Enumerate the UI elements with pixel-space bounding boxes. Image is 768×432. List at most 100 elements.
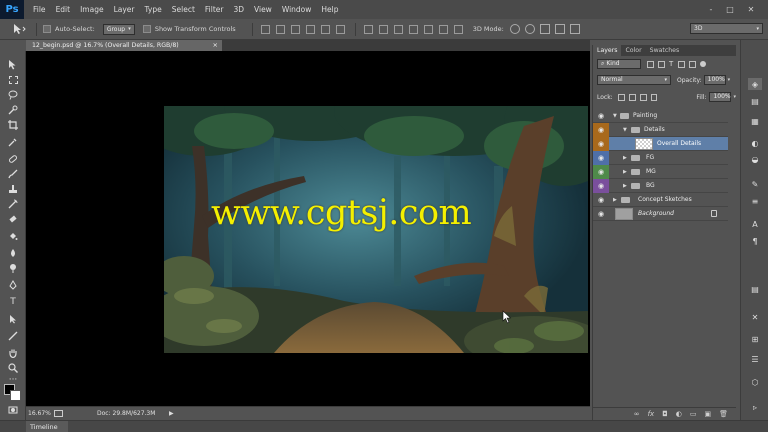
- lock-transparent-icon[interactable]: [618, 93, 626, 101]
- trash-icon[interactable]: 🗑: [719, 410, 728, 418]
- menu-type[interactable]: Type: [140, 0, 167, 19]
- lock-position-icon[interactable]: [639, 93, 647, 101]
- layer-row-background[interactable]: ◉ Background: [593, 207, 728, 221]
- brush-settings-icon[interactable]: ✎: [748, 178, 762, 190]
- distribute-left-icon[interactable]: [408, 24, 418, 34]
- show-transform-controls-checkbox[interactable]: [142, 25, 151, 33]
- expand-arrow-icon[interactable]: ▼: [613, 109, 617, 123]
- layer-row-details[interactable]: ◉ ▼ Details: [593, 123, 728, 137]
- eyedropper-tool-icon[interactable]: [6, 135, 20, 148]
- menu-help[interactable]: Help: [316, 0, 343, 19]
- folder-icon[interactable]: ▭: [690, 410, 697, 418]
- quick-selection-tool-icon[interactable]: [6, 103, 20, 116]
- tab-layers[interactable]: Layers: [593, 45, 622, 56]
- align-hcenter-icon[interactable]: [320, 24, 330, 34]
- blend-mode-dropdown[interactable]: Normal ▾: [597, 75, 671, 85]
- quick-mask-icon[interactable]: [6, 403, 20, 416]
- layer-row-concept-sketches[interactable]: ◉ ▶ Concept Sketches: [593, 193, 728, 207]
- lock-all-icon[interactable]: [650, 93, 658, 101]
- align-bottom-icon[interactable]: [290, 24, 300, 34]
- crop-tool-icon[interactable]: [6, 118, 20, 131]
- filter-adjustment-icon[interactable]: [658, 60, 665, 68]
- fx-icon[interactable]: fx: [648, 410, 655, 418]
- cube-icon[interactable]: ⬡: [748, 376, 762, 388]
- visibility-eye-icon[interactable]: ◉: [593, 123, 609, 137]
- 3d-roll-icon[interactable]: [524, 24, 535, 34]
- healing-brush-tool-icon[interactable]: [6, 152, 20, 165]
- expand-arrow-icon[interactable]: ▶: [613, 193, 617, 207]
- layers-panel-icon[interactable]: ◈: [748, 78, 762, 90]
- document-tab[interactable]: 12_begin.psd @ 16.7% (Overall Details, R…: [26, 40, 222, 51]
- expand-arrow-icon[interactable]: ▼: [623, 123, 627, 137]
- mask-icon[interactable]: ◘: [662, 410, 668, 418]
- timeline-tab[interactable]: Timeline: [26, 421, 68, 432]
- align-left-icon[interactable]: [305, 24, 315, 34]
- fill-field[interactable]: 100%: [709, 92, 732, 102]
- distribute-vcenter-icon[interactable]: [378, 24, 388, 34]
- close-document-icon[interactable]: ×: [213, 40, 218, 51]
- menu-layer[interactable]: Layer: [109, 0, 140, 19]
- auto-select-target-dropdown[interactable]: Group ▾: [102, 23, 135, 35]
- paragraph-icon[interactable]: ¶: [748, 235, 762, 247]
- share-icon[interactable]: [54, 410, 63, 417]
- auto-select-checkbox[interactable]: [43, 25, 51, 33]
- menu-window[interactable]: Window: [277, 0, 317, 19]
- menu-file[interactable]: File: [28, 0, 51, 19]
- properties-icon[interactable]: ☰: [748, 353, 762, 365]
- swatches-grid-icon[interactable]: ▦: [748, 115, 762, 127]
- opacity-slider-icon[interactable]: ▾: [728, 77, 731, 83]
- filter-toggle-icon[interactable]: [700, 61, 707, 67]
- layer-row-painting[interactable]: ◉ ▼ Painting: [593, 109, 728, 123]
- distribute-bottom-icon[interactable]: [393, 24, 403, 34]
- visibility-eye-icon[interactable]: ◉: [593, 151, 609, 165]
- dodge-tool-icon[interactable]: [6, 261, 20, 274]
- 3d-rotate-icon[interactable]: [509, 24, 520, 34]
- align-right-icon[interactable]: [335, 24, 345, 34]
- auto-align-icon[interactable]: [453, 24, 463, 34]
- distribute-right-icon[interactable]: [438, 24, 448, 34]
- close-window-button[interactable]: ✕: [744, 4, 758, 15]
- filter-kind-dropdown[interactable]: ⌕ Kind: [597, 59, 641, 69]
- menu-filter[interactable]: Filter: [200, 0, 229, 19]
- menu-image[interactable]: Image: [75, 0, 109, 19]
- eraser-tool-icon[interactable]: [6, 212, 20, 225]
- visibility-eye-icon[interactable]: ◉: [593, 109, 609, 123]
- layer-row-fg[interactable]: ◉ ▶ FG: [593, 151, 728, 165]
- line-tool-icon[interactable]: [6, 329, 20, 342]
- tools-presets-icon[interactable]: ✕: [748, 311, 762, 323]
- marquee-tool-icon[interactable]: [6, 73, 20, 86]
- notes-icon[interactable]: ▤: [748, 283, 762, 295]
- visibility-eye-icon[interactable]: ◉: [593, 165, 609, 179]
- filter-shape-icon[interactable]: [678, 60, 686, 68]
- visibility-eye-icon[interactable]: ◉: [593, 207, 609, 221]
- align-top-icon[interactable]: [260, 24, 270, 34]
- 3d-slide-icon[interactable]: [554, 24, 565, 34]
- opacity-field[interactable]: 100%: [703, 75, 726, 85]
- lasso-tool-icon[interactable]: [6, 88, 20, 101]
- actions-icon[interactable]: ▹: [748, 401, 762, 413]
- fill-slider-icon[interactable]: ▾: [733, 94, 736, 100]
- move-tool-icon[interactable]: [6, 58, 20, 71]
- status-menu-arrow-icon[interactable]: ▶: [169, 410, 174, 417]
- blur-tool-icon[interactable]: [6, 246, 20, 259]
- link-icon[interactable]: ∞: [634, 410, 640, 418]
- menu-3d[interactable]: 3D: [228, 0, 249, 19]
- canvas-area[interactable]: www.cgtsj.com: [26, 51, 590, 406]
- menu-select[interactable]: Select: [167, 0, 200, 19]
- styles-icon[interactable]: ◒: [748, 153, 762, 165]
- 3d-panel-icon[interactable]: ⊞: [748, 333, 762, 345]
- filter-pixel-icon[interactable]: [647, 60, 654, 68]
- expand-arrow-icon[interactable]: ▶: [623, 179, 627, 193]
- 3d-drag-icon[interactable]: [539, 24, 550, 34]
- type-tool-icon[interactable]: T: [6, 295, 20, 308]
- history-brush-tool-icon[interactable]: [6, 197, 20, 210]
- path-selection-tool-icon[interactable]: [6, 312, 20, 325]
- pen-tool-icon[interactable]: [6, 278, 20, 291]
- adjustments-icon[interactable]: ◐: [748, 137, 762, 149]
- zoom-level-field[interactable]: 16.67%: [26, 409, 52, 419]
- visibility-eye-icon[interactable]: ◉: [593, 193, 609, 207]
- adjustment-icon[interactable]: ◐: [676, 410, 682, 418]
- tab-swatches[interactable]: Swatches: [646, 45, 684, 56]
- lock-image-icon[interactable]: [629, 93, 636, 101]
- clone-stamp-tool-icon[interactable]: [6, 182, 20, 195]
